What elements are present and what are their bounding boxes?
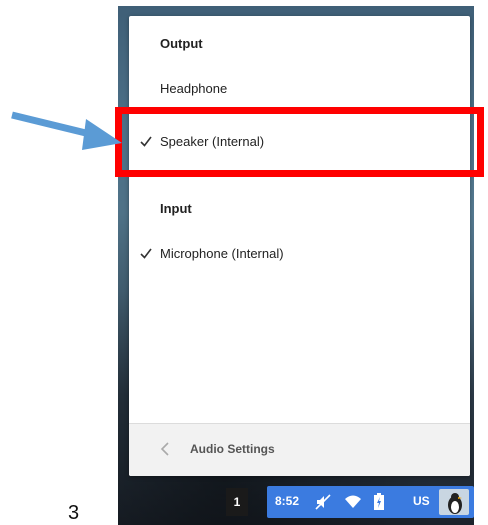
input-header: Input — [160, 201, 192, 216]
input-device-microphone-internal[interactable]: Microphone (Internal) — [129, 237, 470, 271]
chevron-left-icon[interactable] — [159, 441, 171, 457]
output-header: Output — [160, 36, 203, 51]
checkmark-icon — [140, 248, 152, 259]
audio-menu-panel: Output Headphone Speaker (Internal) Inpu… — [129, 16, 470, 476]
shelf-badge[interactable]: 1 — [226, 488, 248, 516]
audio-settings-footer[interactable]: Audio Settings — [129, 423, 470, 476]
locale-label: US — [413, 494, 430, 508]
device-label: Microphone (Internal) — [160, 246, 284, 261]
battery-icon — [374, 493, 384, 510]
wifi-icon — [345, 495, 361, 508]
arrow-annotation-icon — [11, 111, 122, 150]
output-device-headphone[interactable]: Headphone — [129, 72, 470, 106]
clock-time: 8:52 — [275, 494, 300, 508]
audio-settings-title: Audio Settings — [190, 442, 275, 456]
status-tray[interactable]: 8:52 US — [267, 486, 474, 518]
highlight-box — [115, 107, 484, 177]
device-label: Headphone — [160, 81, 228, 96]
step-number: 3 — [68, 502, 80, 524]
mute-icon — [315, 494, 331, 510]
penguin-avatar-icon — [448, 493, 462, 514]
avatar[interactable] — [439, 489, 469, 515]
